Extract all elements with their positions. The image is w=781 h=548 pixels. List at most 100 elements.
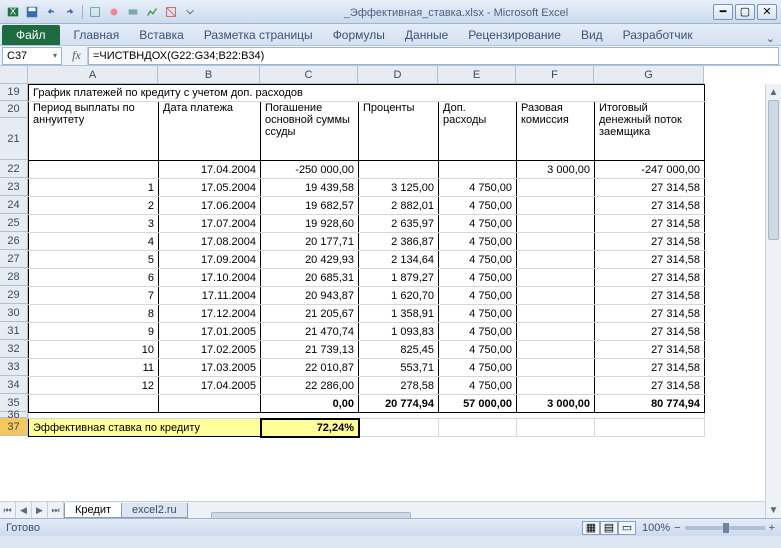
row-header-34[interactable]: 34 (0, 376, 28, 394)
tab-home[interactable]: Главная (64, 25, 130, 45)
cell-interest[interactable]: 2 635,97 (359, 215, 439, 233)
cell-fee[interactable] (517, 287, 595, 305)
vertical-scrollbar[interactable]: ▲ ▼ (765, 84, 781, 518)
cell-interest[interactable]: 2 386,87 (359, 233, 439, 251)
cell-date[interactable]: 17.11.2004 (159, 287, 261, 305)
total-d[interactable]: 20 774,94 (359, 395, 439, 413)
tab-insert[interactable]: Вставка (129, 25, 194, 45)
cell-principal[interactable]: 21 739,13 (261, 341, 359, 359)
scroll-thumb-h[interactable] (211, 512, 411, 518)
cell-interest[interactable] (359, 161, 439, 179)
cell-extra[interactable]: 4 750,00 (439, 305, 517, 323)
cell-interest[interactable]: 1 879,27 (359, 269, 439, 287)
row-header-24[interactable]: 24 (0, 196, 28, 214)
zoom-knob[interactable] (723, 523, 729, 533)
cell-extra[interactable]: 4 750,00 (439, 269, 517, 287)
cell-extra[interactable]: 4 750,00 (439, 179, 517, 197)
header-colA[interactable]: Период выплаты по аннуитету (29, 102, 159, 161)
save-icon[interactable] (23, 3, 41, 21)
cell-principal[interactable]: 20 943,87 (261, 287, 359, 305)
col-header-B[interactable]: B (158, 66, 260, 84)
cell-principal[interactable]: 22 010,87 (261, 359, 359, 377)
header-colG[interactable]: Итоговый денежный поток заемщика (595, 102, 705, 161)
close-button[interactable]: ✕ (757, 4, 777, 20)
cell-period[interactable]: 7 (29, 287, 159, 305)
sheet-tab-inactive[interactable]: excel2.ru (121, 503, 188, 518)
col-header-D[interactable]: D (358, 66, 438, 84)
namebox-dropdown-icon[interactable]: ▾ (53, 51, 57, 60)
fx-button[interactable]: fx (66, 47, 88, 65)
cell-extra[interactable]: 4 750,00 (439, 197, 517, 215)
cell-extra[interactable]: 4 750,00 (439, 377, 517, 395)
tab-developer[interactable]: Разработчик (613, 25, 703, 45)
row-header-19[interactable]: 19 (0, 84, 28, 101)
cell-extra[interactable]: 4 750,00 (439, 251, 517, 269)
cell-principal[interactable]: 20 429,93 (261, 251, 359, 269)
qat-cmd-2-icon[interactable] (105, 3, 123, 21)
cell-total[interactable]: 27 314,58 (595, 215, 705, 233)
cell[interactable] (439, 419, 517, 437)
cell[interactable] (595, 419, 705, 437)
cell[interactable] (359, 419, 439, 437)
cell-principal[interactable]: 19 928,60 (261, 215, 359, 233)
header-colC[interactable]: Погашение основной суммы ссуды (261, 102, 359, 161)
result-label[interactable]: Эффективная ставка по кредиту (29, 419, 261, 437)
zoom-in-icon[interactable]: + (769, 522, 775, 534)
cell-total[interactable]: 27 314,58 (595, 251, 705, 269)
header-colF[interactable]: Разовая комиссия (517, 102, 595, 161)
cell-date[interactable]: 17.04.2004 (159, 161, 261, 179)
col-header-G[interactable]: G (594, 66, 704, 84)
cell-date[interactable]: 17.05.2004 (159, 179, 261, 197)
cell-total[interactable]: 27 314,58 (595, 323, 705, 341)
scroll-up-icon[interactable]: ▲ (766, 84, 781, 100)
cell-period[interactable]: 6 (29, 269, 159, 287)
total-e[interactable]: 57 000,00 (439, 395, 517, 413)
cell-total[interactable]: 27 314,58 (595, 179, 705, 197)
cell-interest[interactable]: 3 125,00 (359, 179, 439, 197)
col-header-E[interactable]: E (438, 66, 516, 84)
excel-icon[interactable]: X (4, 3, 22, 21)
cell-period[interactable]: 10 (29, 341, 159, 359)
row-header-37[interactable]: 37 (0, 418, 28, 436)
cell-total[interactable]: 27 314,58 (595, 341, 705, 359)
tab-review[interactable]: Рецензирование (458, 25, 571, 45)
tab-last-icon[interactable]: ⏭ (48, 502, 64, 518)
qat-customize-icon[interactable] (181, 3, 199, 21)
cell-interest[interactable]: 278,58 (359, 377, 439, 395)
result-value[interactable]: 72,24% (261, 419, 359, 437)
cell[interactable] (517, 419, 595, 437)
total-f[interactable]: 3 000,00 (517, 395, 595, 413)
cell-extra[interactable]: 4 750,00 (439, 359, 517, 377)
zoom-level[interactable]: 100% (642, 522, 670, 534)
cell-fee[interactable] (517, 233, 595, 251)
cell-date[interactable]: 17.09.2004 (159, 251, 261, 269)
cell-total[interactable]: 27 314,58 (595, 287, 705, 305)
row-header-28[interactable]: 28 (0, 268, 28, 286)
total-a[interactable] (29, 395, 159, 413)
cell-period[interactable]: 4 (29, 233, 159, 251)
header-colE[interactable]: Доп. расходы (439, 102, 517, 161)
cell-date[interactable]: 17.12.2004 (159, 305, 261, 323)
cell-date[interactable]: 17.10.2004 (159, 269, 261, 287)
cell-interest[interactable]: 1 358,91 (359, 305, 439, 323)
row-header-26[interactable]: 26 (0, 232, 28, 250)
maximize-button[interactable]: ▢ (735, 4, 755, 20)
cell-period[interactable]: 11 (29, 359, 159, 377)
ribbon-minimize-icon[interactable]: ⌄ (760, 32, 781, 45)
cell-fee[interactable] (517, 341, 595, 359)
row-header-31[interactable]: 31 (0, 322, 28, 340)
cell-fee[interactable] (517, 323, 595, 341)
row-header-32[interactable]: 32 (0, 340, 28, 358)
table-title[interactable]: График платежей по кредиту с учетом доп.… (29, 85, 705, 102)
cell-fee[interactable] (517, 179, 595, 197)
cell-date[interactable]: 17.04.2005 (159, 377, 261, 395)
zoom-out-icon[interactable]: − (674, 522, 680, 534)
cell-period[interactable] (29, 161, 159, 179)
cell-period[interactable]: 5 (29, 251, 159, 269)
cell-grid[interactable]: График платежей по кредиту с учетом доп.… (28, 84, 705, 437)
cell-period[interactable]: 3 (29, 215, 159, 233)
cell-period[interactable]: 8 (29, 305, 159, 323)
header-colD[interactable]: Проценты (359, 102, 439, 161)
cell-period[interactable]: 9 (29, 323, 159, 341)
cell-total[interactable]: 27 314,58 (595, 197, 705, 215)
